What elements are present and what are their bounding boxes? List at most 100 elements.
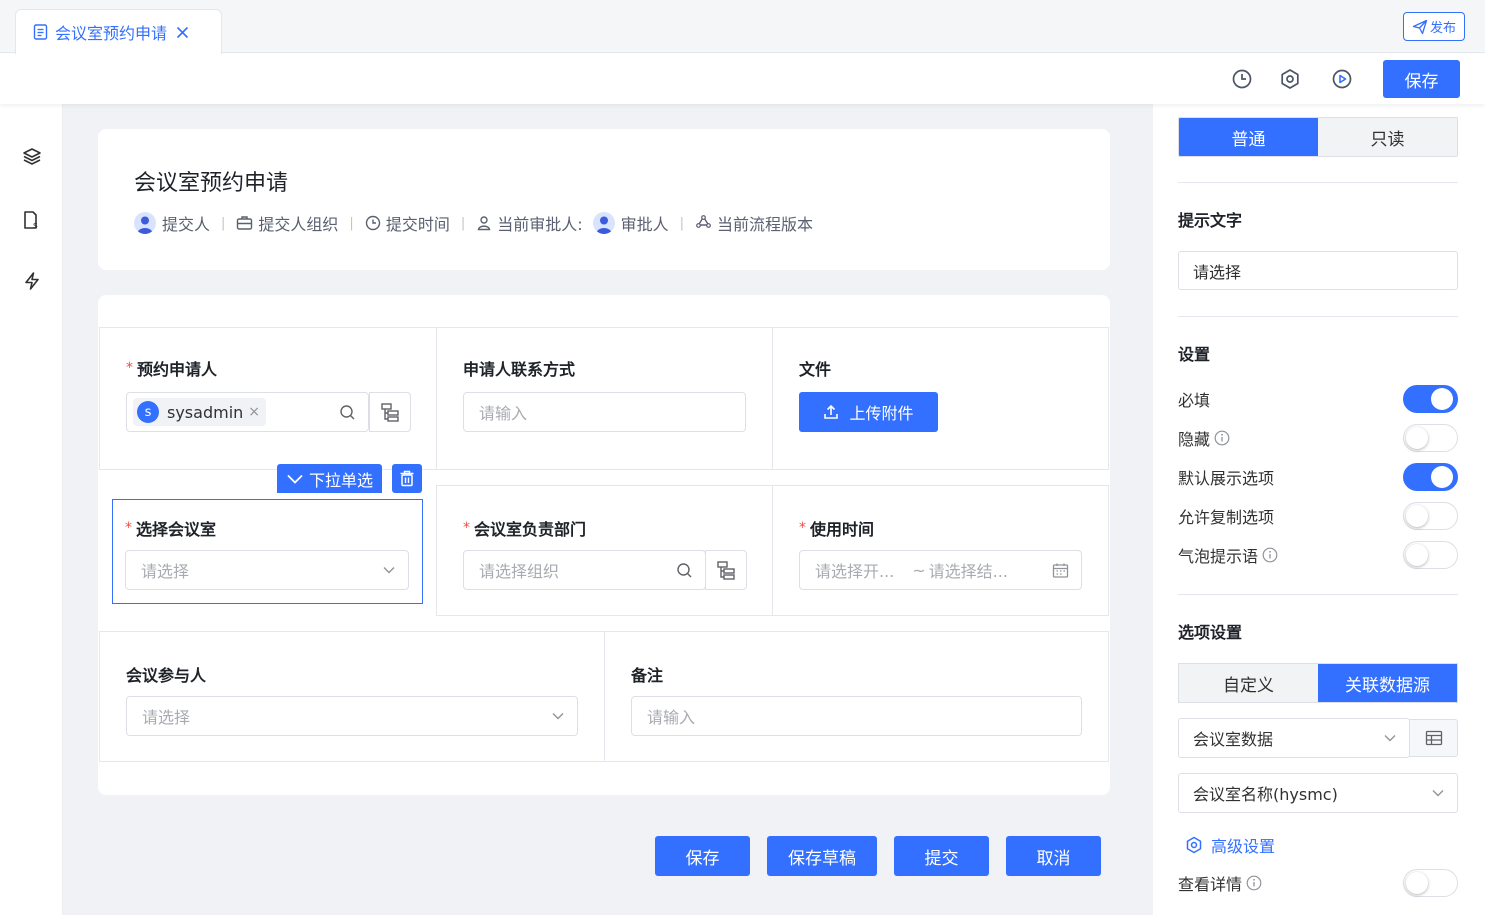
end-date-placeholder: 请选择结... — [928, 562, 1008, 581]
room-placeholder: 请选择 — [141, 562, 190, 581]
mode-readonly-tab[interactable]: 只读 — [1318, 118, 1457, 156]
search-icon[interactable] — [676, 562, 693, 579]
divider: | — [349, 215, 354, 231]
field-label: * 会议室负责部门 — [463, 516, 586, 540]
field-time[interactable]: * 使用时间 请选择开... ~ 请选择结... — [772, 485, 1109, 616]
participants-label: 会议参与人 — [126, 666, 207, 685]
view-detail-label: 查看详情 — [1178, 871, 1262, 895]
send-icon — [1412, 19, 1430, 35]
chevron-down-icon — [1431, 786, 1445, 800]
gear-icon[interactable] — [1278, 67, 1302, 91]
tab-label: 会议室预约申请 — [55, 24, 168, 43]
user-icon — [476, 215, 497, 231]
setting-allow-copy-toggle[interactable] — [1403, 502, 1458, 530]
hint-text-input[interactable]: 请选择 — [1178, 251, 1458, 290]
field-room-selected[interactable]: * 选择会议室 请选择 — [112, 499, 423, 604]
chevron-down-icon — [382, 563, 396, 577]
meta-submit-time: 提交时间 — [365, 211, 450, 235]
tab-form[interactable]: 会议室预约申请 — [15, 9, 222, 54]
options-section-title: 选项设置 — [1178, 623, 1243, 642]
script-file-icon[interactable]: s — [20, 208, 44, 232]
time-label: 使用时间 — [810, 520, 875, 539]
source-linked-tab[interactable]: 关联数据源 — [1318, 664, 1457, 702]
org-tree-button[interactable] — [369, 392, 411, 432]
view-detail-toggle[interactable] — [1403, 869, 1458, 897]
dept-org-input[interactable]: 请选择组织 — [463, 550, 706, 590]
datasource-table-button[interactable] — [1409, 719, 1458, 757]
applicant-user-input[interactable]: s sysadmin × — [126, 392, 369, 432]
required-mark: * — [126, 360, 133, 376]
field-applicant[interactable]: * 预约申请人 s sysadmin × — [99, 327, 437, 470]
cancel-button[interactable]: 取消 — [1006, 836, 1101, 876]
field-remark[interactable]: 备注 请输入 — [604, 631, 1109, 762]
upload-button[interactable]: 上传附件 — [799, 392, 938, 432]
chevron-down-icon — [286, 472, 309, 486]
setting-default-options-label: 默认展示选项 — [1178, 469, 1275, 488]
org-tree-button[interactable] — [705, 550, 747, 590]
file-label: 文件 — [799, 360, 832, 379]
divider: | — [460, 215, 466, 231]
date-range-input[interactable]: 请选择开... ~ 请选择结... — [799, 550, 1082, 590]
field-file[interactable]: 文件 上传附件 — [772, 327, 1109, 470]
recycle-icon — [695, 215, 717, 231]
field-value: 会议室名称(hysmc) — [1193, 785, 1338, 804]
flow-version-label: 当前流程版本 — [717, 215, 814, 234]
remark-label: 备注 — [631, 666, 664, 685]
table-icon — [1425, 730, 1443, 746]
mode-normal-tab[interactable]: 普通 — [1179, 118, 1318, 156]
setting-default-options-toggle[interactable] — [1403, 463, 1458, 491]
participants-select[interactable]: 请选择 — [126, 696, 578, 736]
briefcase-icon — [236, 215, 258, 231]
field-dept[interactable]: * 会议室负责部门 请选择组织 — [436, 485, 773, 616]
source-custom-tab[interactable]: 自定义 — [1179, 664, 1318, 702]
setting-required-label: 必填 — [1178, 391, 1211, 410]
field-label: * 选择会议室 — [125, 516, 216, 540]
divider — [1178, 594, 1458, 595]
contact-input[interactable]: 请输入 — [463, 392, 746, 432]
org-tree-icon — [380, 402, 400, 422]
applicant-label: 预约申请人 — [137, 360, 218, 379]
field-label: * 预约申请人 — [126, 356, 217, 380]
layers-icon[interactable] — [20, 144, 44, 168]
datasource-select[interactable]: 会议室数据 — [1178, 718, 1410, 758]
setting-hidden-toggle[interactable] — [1403, 424, 1458, 452]
divider: | — [679, 215, 685, 231]
save-button[interactable]: 保存 — [1383, 60, 1460, 98]
history-icon[interactable] — [1230, 67, 1254, 91]
submit-button[interactable]: 提交 — [894, 836, 989, 876]
play-icon[interactable] — [1330, 67, 1354, 91]
dept-placeholder: 请选择组织 — [479, 562, 560, 581]
divider — [1178, 316, 1458, 317]
component-type-tag[interactable]: 下拉单选 — [277, 464, 382, 493]
setting-tooltip-toggle[interactable] — [1403, 541, 1458, 569]
approver-label: 审批人 — [620, 215, 669, 234]
left-rail: s — [0, 104, 63, 915]
field-select[interactable]: 会议室名称(hysmc) — [1178, 773, 1458, 813]
field-contact[interactable]: 申请人联系方式 请输入 — [436, 327, 773, 470]
advanced-settings-link[interactable]: 高级设置 — [1185, 833, 1275, 857]
toolbar: 保存 — [0, 54, 1485, 104]
remark-input[interactable]: 请输入 — [631, 696, 1082, 736]
user-chip-name: sysadmin — [167, 402, 244, 422]
search-icon[interactable] — [339, 404, 356, 421]
save-draft-button[interactable]: 保存草稿 — [767, 836, 877, 876]
publish-button[interactable]: 发布 — [1403, 12, 1465, 41]
close-icon[interactable] — [176, 26, 189, 39]
form-save-button[interactable]: 保存 — [655, 836, 750, 876]
user-chip: s sysadmin × — [133, 398, 267, 426]
field-participants[interactable]: 会议参与人 请选择 — [99, 631, 605, 762]
room-select[interactable]: 请选择 — [125, 550, 409, 590]
range-separator: ~ — [912, 560, 926, 580]
setting-hidden-label: 隐藏 — [1178, 426, 1230, 450]
lightning-icon[interactable] — [20, 269, 44, 293]
calendar-icon — [1052, 562, 1069, 579]
chip-remove-icon[interactable]: × — [248, 404, 260, 420]
document-icon — [33, 24, 48, 40]
avatar — [134, 212, 156, 234]
component-type-label: 下拉单选 — [308, 470, 373, 490]
delete-component-button[interactable] — [392, 464, 422, 493]
datasource-value: 会议室数据 — [1193, 730, 1274, 749]
avatar: s — [137, 401, 159, 423]
setting-allow-copy-label: 允许复制选项 — [1178, 508, 1275, 527]
setting-required-toggle[interactable] — [1403, 385, 1458, 413]
